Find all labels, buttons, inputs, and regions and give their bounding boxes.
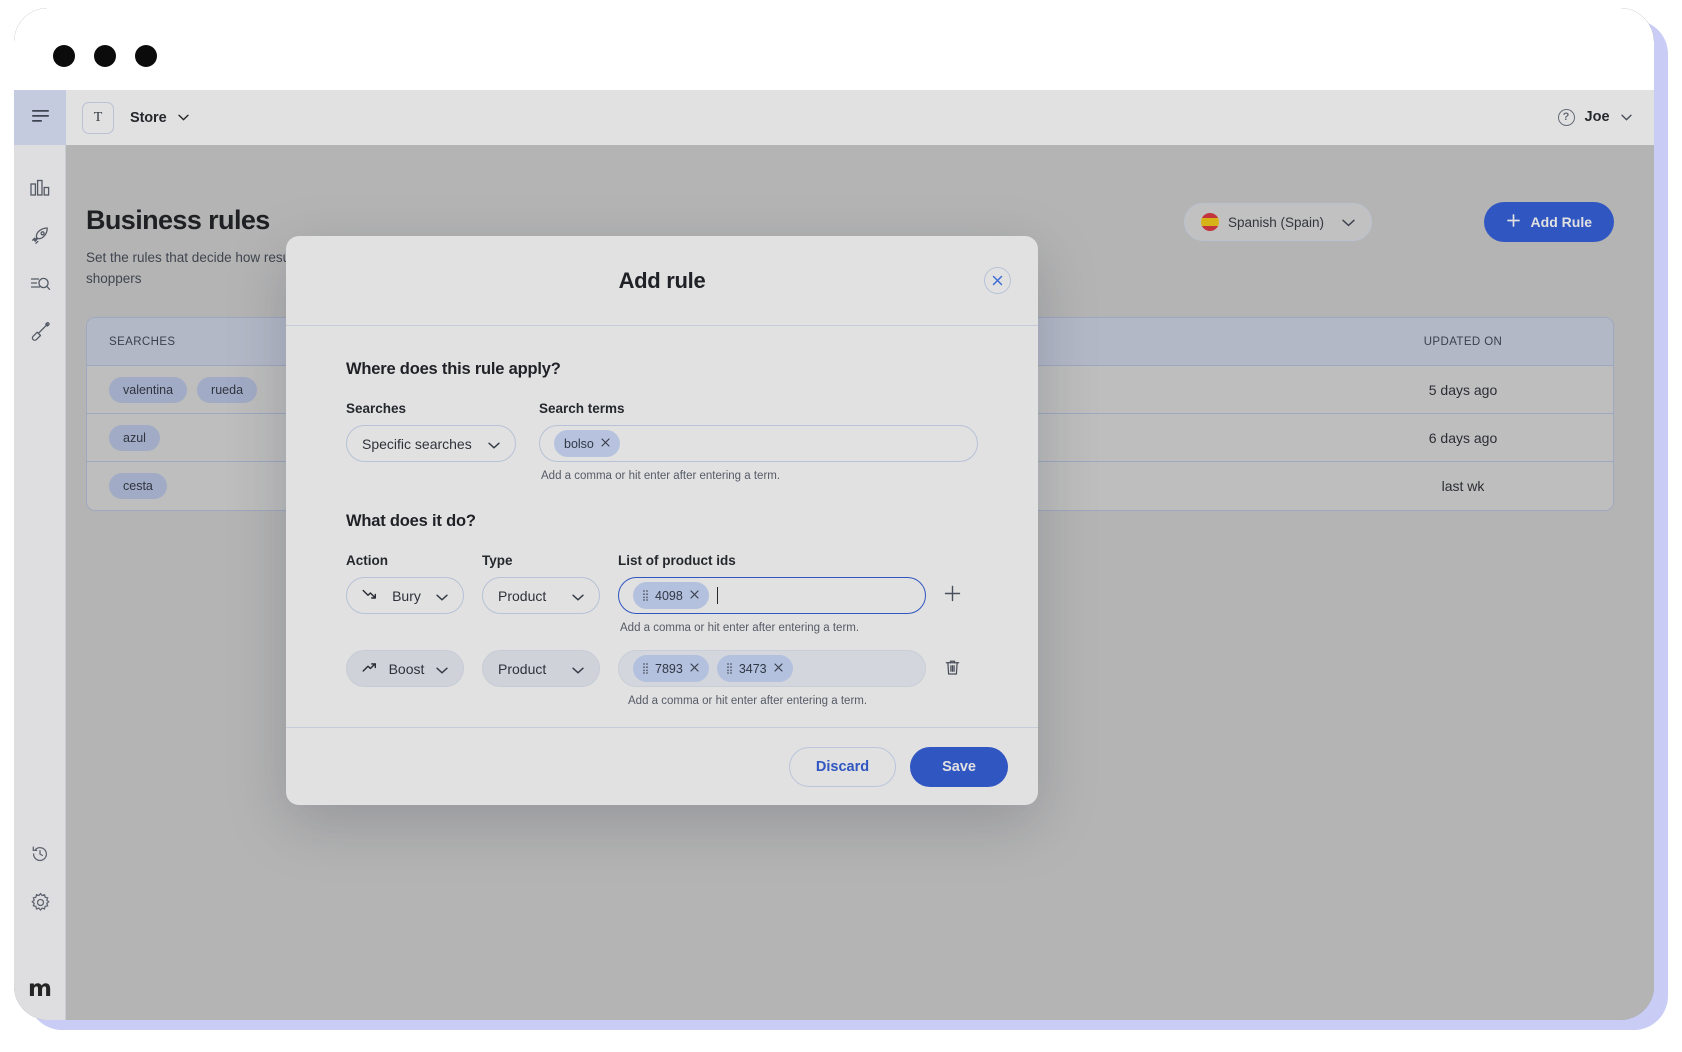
window-minimize-dot[interactable] <box>94 45 116 67</box>
device-frame: m T Store ? Joe Business rules Set the r… <box>0 0 1682 1052</box>
modal-overlay[interactable] <box>14 90 1654 1020</box>
app-viewport: m T Store ? Joe Business rules Set the r… <box>14 90 1654 1020</box>
window-titlebar <box>14 8 1654 90</box>
window-close-dot[interactable] <box>53 45 75 67</box>
window-maximize-dot[interactable] <box>135 45 157 67</box>
browser-window: m T Store ? Joe Business rules Set the r… <box>14 8 1654 1020</box>
